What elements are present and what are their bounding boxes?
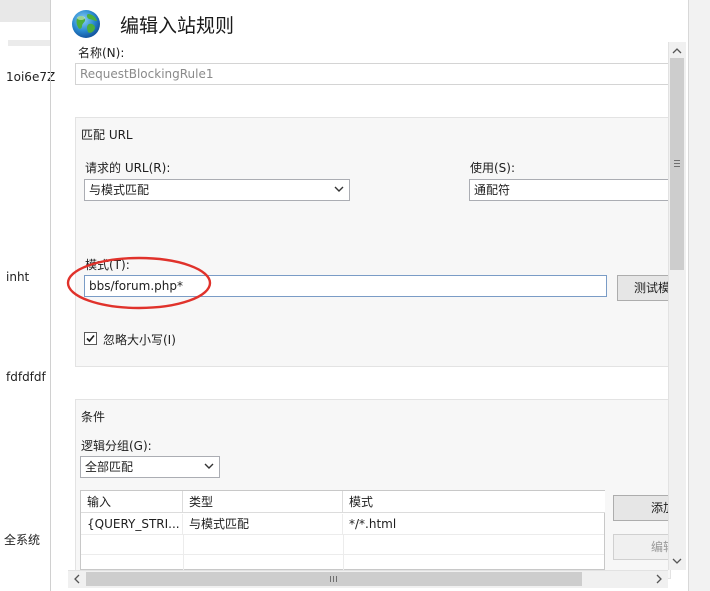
- globe-icon: [70, 8, 102, 40]
- right-gutter: [688, 0, 710, 591]
- chevron-down-icon: [204, 463, 214, 469]
- match-url-group-title: 匹配 URL: [81, 128, 133, 142]
- using-select[interactable]: 通配符: [469, 179, 671, 201]
- add-button[interactable]: 添加: [613, 495, 673, 521]
- background-item: 全系统: [4, 533, 41, 547]
- requested-url-value: 与模式匹配: [89, 183, 150, 197]
- test-pattern-button[interactable]: 测试模: [617, 275, 673, 301]
- requested-url-select[interactable]: 与模式匹配: [84, 179, 350, 201]
- background-window-panel: 1oi6e7Z inht fdfdfdf 全系统: [0, 0, 56, 591]
- background-item: fdfdfdf: [6, 370, 46, 384]
- annotation-circle: [66, 256, 212, 310]
- logical-grouping-label: 逻辑分组(G):: [81, 439, 152, 453]
- scroll-up-icon[interactable]: [670, 44, 684, 58]
- using-value: 通配符: [474, 183, 511, 197]
- scroll-left-icon[interactable]: [70, 572, 84, 586]
- cell-pattern: */*.html: [349, 517, 397, 531]
- conditions-table: 输入 类型 模式 {QUERY_STRI... 与模式匹配 */*.html: [80, 490, 605, 570]
- column-header-input[interactable]: 输入: [81, 491, 183, 513]
- edit-button[interactable]: 编辑: [613, 534, 673, 560]
- logical-grouping-value: 全部匹配: [85, 460, 134, 474]
- logical-grouping-select[interactable]: 全部匹配: [80, 456, 220, 478]
- table-row[interactable]: {QUERY_STRI... 与模式匹配 */*.html: [81, 514, 604, 534]
- background-item: inht: [6, 270, 30, 284]
- horizontal-scroll-thumb[interactable]: [86, 572, 582, 586]
- column-divider: [183, 534, 184, 570]
- dialog-title: 编辑入站规则: [120, 15, 235, 37]
- checkmark-icon: [86, 334, 95, 343]
- cell-type: 与模式匹配: [183, 514, 343, 534]
- name-field[interactable]: RequestBlockingRule1: [75, 63, 671, 85]
- name-label: 名称(N):: [78, 46, 125, 60]
- requested-url-label: 请求的 URL(R):: [85, 161, 171, 175]
- conditions-group-title: 条件: [81, 410, 106, 424]
- cell-input: {QUERY_STRI...: [81, 514, 183, 534]
- window-border: [50, 0, 51, 591]
- scroll-right-icon[interactable]: [652, 572, 666, 586]
- ignore-case-label: 忽略大小写(I): [103, 333, 176, 347]
- column-divider: [343, 534, 344, 570]
- background-header-bar: [0, 0, 50, 22]
- scroll-down-icon[interactable]: [670, 554, 684, 568]
- using-label: 使用(S):: [470, 161, 516, 175]
- chevron-down-icon: [334, 186, 344, 192]
- ignore-case-checkbox[interactable]: [84, 332, 97, 345]
- column-header-type[interactable]: 类型: [183, 491, 343, 513]
- background-item: 1oi6e7Z: [6, 70, 56, 84]
- match-url-group: [75, 117, 671, 367]
- column-header-pattern[interactable]: 模式: [343, 491, 605, 513]
- vertical-scroll-thumb[interactable]: [670, 58, 684, 270]
- background-bar: [8, 40, 50, 46]
